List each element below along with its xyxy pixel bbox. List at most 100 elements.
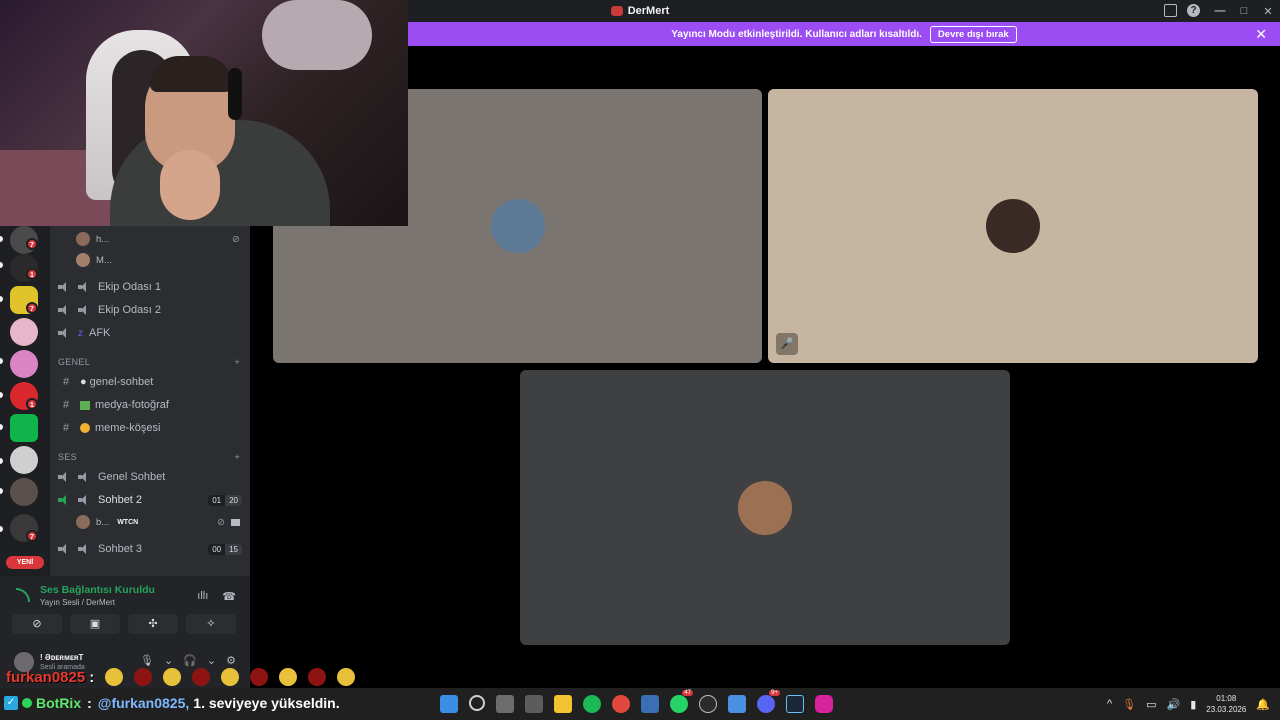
voice-user-name: h... <box>96 233 110 245</box>
voice-channel-genel-sohbet[interactable]: Genel Sohbet <box>58 467 242 487</box>
camera-off-button[interactable]: ⊘ <box>12 614 62 634</box>
discord-icon[interactable]: 9+ <box>757 690 780 713</box>
system-tray: ^ 🎙 ▭ 🔊 ▮ 01:08 23.03.2026 🔔 <box>1107 688 1270 720</box>
add-channel-icon[interactable]: + <box>234 452 240 466</box>
text-channel-meme-kosesi[interactable]: # meme-köşesi <box>58 418 242 438</box>
whatsapp-icon[interactable]: 47 <box>670 690 693 713</box>
notifications-icon[interactable]: 🔔 <box>1256 698 1270 711</box>
server-icon[interactable] <box>10 446 38 474</box>
avatar <box>76 232 90 246</box>
close-window-button[interactable]: ✕ <box>1256 5 1280 18</box>
mention-badge: 1 <box>26 398 38 410</box>
add-channel-icon[interactable]: + <box>234 357 240 371</box>
obs-icon[interactable] <box>699 695 717 713</box>
speaker-icon <box>58 544 70 554</box>
clan-tag: WTCN <box>117 518 139 526</box>
headset <box>228 68 242 120</box>
chat-separator: : <box>87 695 92 711</box>
steam-icon[interactable] <box>786 695 804 713</box>
chrome-icon[interactable] <box>612 695 630 713</box>
taskbar-apps: 47 9+ <box>440 690 833 713</box>
task-view-icon[interactable] <box>496 695 514 713</box>
voice-channel-ekip-odasi-1[interactable]: Ekip Odası 1 <box>58 277 242 297</box>
disable-streamer-mode-button[interactable]: Devre dışı bırak <box>929 25 1017 43</box>
windows-start-icon[interactable] <box>440 695 458 713</box>
text-channel-medya-fotograf[interactable]: # medya-fotoğraf <box>58 395 242 415</box>
network-icon[interactable]: ▭ <box>1146 698 1156 711</box>
hash-icon: # <box>62 422 70 434</box>
screen-share-button[interactable]: ▣ <box>70 614 120 634</box>
chat-emote <box>337 668 356 686</box>
mention-badge: 7 <box>26 530 38 542</box>
network-app-icon[interactable] <box>728 695 746 713</box>
participant-tile[interactable]: 🎤 <box>768 89 1258 363</box>
voice-user[interactable]: h... ⊘ <box>76 230 240 248</box>
screen: DerMert ? — □ ✕ Yayıncı Modu etkinleştir… <box>0 0 1280 720</box>
clock[interactable]: 01:08 23.03.2026 <box>1206 693 1246 715</box>
voice-channel-path[interactable]: Yayın Sesli / DerMert <box>40 598 115 607</box>
chat-mention: @furkan0825, <box>97 695 190 711</box>
battery-icon[interactable]: ▮ <box>1190 698 1196 711</box>
spotify-icon[interactable] <box>583 695 601 713</box>
picture-icon <box>80 400 90 410</box>
soundboard-button[interactable]: ✧ <box>186 614 236 634</box>
voice-channel-sohbet-3[interactable]: Sohbet 3 00 15 <box>58 539 242 559</box>
server-icon[interactable] <box>10 350 38 378</box>
category-ses[interactable]: SES + <box>58 452 240 466</box>
server-icon[interactable] <box>10 414 38 442</box>
activities-button[interactable]: ✣ <box>128 614 178 634</box>
voice-panel-actions: ıllı ☎ <box>197 590 236 603</box>
unread-indicator <box>0 526 3 532</box>
channel-list: h... ⊘ M... Ekip Odası 1 Ekip Odası 2 z … <box>50 226 250 576</box>
connected-speaker-icon <box>58 495 70 505</box>
channel-label: Ekip Odası 1 <box>98 281 161 293</box>
signal-icon[interactable] <box>16 588 30 602</box>
user-count-current: 00 <box>208 543 226 555</box>
microphone-icon[interactable]: 🎙 <box>1122 698 1136 711</box>
voice-channel-sohbet-2[interactable]: Sohbet 2 01 20 <box>58 490 242 510</box>
text-channel-genel-sohbet[interactable]: # ● genel-sohbet <box>58 372 242 392</box>
chat-emote <box>163 668 182 686</box>
chevron-up-icon[interactable]: ^ <box>1107 698 1112 710</box>
voice-status[interactable]: Ses Bağlantısı Kuruldu <box>40 584 155 596</box>
voice-panel-buttons: ⊘ ▣ ✣ ✧ <box>12 614 236 634</box>
instagram-icon[interactable] <box>815 695 833 713</box>
voice-user[interactable]: M... <box>76 251 240 269</box>
search-icon[interactable] <box>469 695 485 711</box>
hash-icon: # <box>62 399 70 411</box>
voice-user-name: M... <box>96 254 112 266</box>
category-genel[interactable]: GENEL + <box>58 357 240 371</box>
server-icon[interactable] <box>10 318 38 346</box>
muted-mic-icon: ⊘ <box>217 516 225 528</box>
sleep-icon: z <box>78 327 83 339</box>
app-logo-icon <box>610 6 623 16</box>
category-label: SES <box>58 452 77 462</box>
volume-icon[interactable]: 🔊 <box>1166 698 1180 711</box>
chat-emote <box>250 668 269 686</box>
new-servers-pill[interactable]: YENİ <box>6 556 44 569</box>
mention-badge: 1 <box>26 268 38 280</box>
voice-user[interactable]: b... WTCN ⊘ <box>76 513 240 531</box>
voice-channel-afk[interactable]: z AFK <box>58 323 242 343</box>
server-icon[interactable] <box>10 478 38 506</box>
help-icon[interactable]: ? <box>1187 4 1200 17</box>
user-count-current: 01 <box>208 494 226 506</box>
inbox-icon[interactable] <box>1164 4 1177 17</box>
participant-tile[interactable] <box>520 370 1010 645</box>
noise-suppression-icon[interactable]: ıllı <box>197 590 208 603</box>
voice-channel-ekip-odasi-2[interactable]: Ekip Odası 2 <box>58 300 242 320</box>
notice-close-icon[interactable]: ✕ <box>1255 26 1267 43</box>
disconnect-icon[interactable]: ☎ <box>222 590 236 603</box>
minimize-button[interactable]: — <box>1208 5 1232 17</box>
file-explorer-icon[interactable] <box>554 695 572 713</box>
maximize-button[interactable]: □ <box>1232 5 1256 17</box>
avatar <box>76 253 90 267</box>
store-icon[interactable] <box>525 695 543 713</box>
channel-label: Genel Sohbet <box>98 471 166 483</box>
channel-label: AFK <box>89 327 111 339</box>
notification-badge: 9+ <box>769 690 780 696</box>
streamer-mode-notice: Yayıncı Modu etkinleştirildi. Kullanıcı … <box>408 22 1280 46</box>
app-icon[interactable] <box>641 695 659 713</box>
speaker-icon <box>78 544 90 554</box>
user-name[interactable]: ! ƏᴅᴇʀᴍᴇʀT <box>40 653 83 662</box>
